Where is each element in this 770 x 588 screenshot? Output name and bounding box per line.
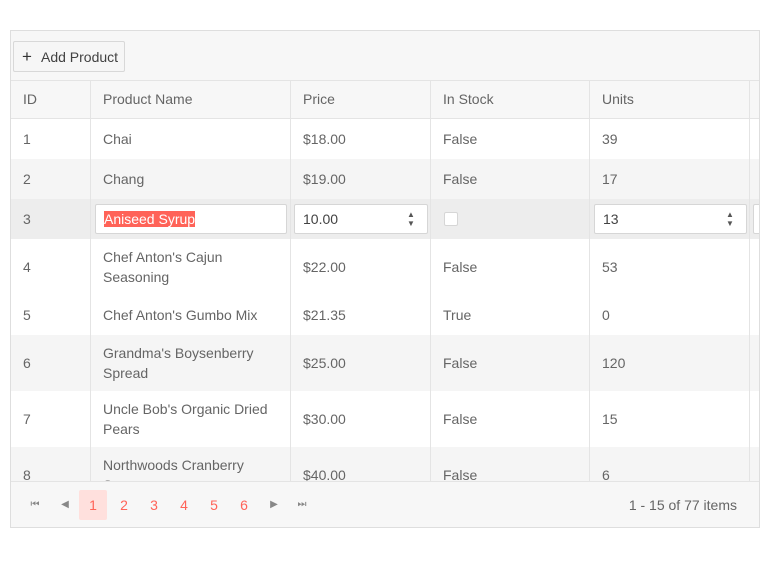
cell-units: 17: [590, 159, 750, 199]
cell-in-stock: False: [431, 119, 590, 159]
cell-product-name: Chef Anton's Cajun Seasoning: [91, 239, 291, 295]
cell-in-stock-editor: [431, 199, 590, 239]
cell-product-name: Uncle Bob's Organic Dried Pears: [91, 391, 291, 447]
page-button-6[interactable]: 6: [232, 493, 256, 517]
spin-down-icon[interactable]: ▼: [726, 219, 734, 228]
add-product-label: Add Product: [41, 48, 119, 65]
cell-in-stock: False: [431, 447, 590, 481]
command-input-edge[interactable]: [753, 204, 759, 234]
cell-units: 0: [590, 295, 750, 335]
table-row[interactable]: 8 Northwoods Cranberry Sauce $40.00 Fals…: [11, 447, 759, 481]
cell-price: $18.00: [291, 119, 431, 159]
cell-in-stock: False: [431, 159, 590, 199]
cell-units: 53: [590, 239, 750, 295]
selected-text: Aniseed Syrup: [104, 211, 196, 227]
table-row[interactable]: 2 Chang $19.00 False 17: [11, 159, 759, 199]
page-button-3[interactable]: 3: [142, 493, 166, 517]
page-button-2[interactable]: 2: [112, 493, 136, 517]
page-button-4[interactable]: 4: [172, 493, 196, 517]
cell-id: 3: [11, 199, 91, 239]
cell-id: 1: [11, 119, 91, 159]
cell-units: 120: [590, 335, 750, 391]
table-row[interactable]: 4 Chef Anton's Cajun Seasoning $22.00 Fa…: [11, 239, 759, 295]
cell-product-name: Chang: [91, 159, 291, 199]
units-input-value: 13: [603, 211, 619, 227]
cell-in-stock: True: [431, 295, 590, 335]
units-numeric-input[interactable]: 13 ▲ ▼: [594, 204, 747, 234]
cell-price: $30.00: [291, 391, 431, 447]
grid-body: 1 Chai $18.00 False 39 2 Chang $19.00 Fa…: [11, 119, 759, 481]
cell-price-editor: 10.00 ▲ ▼: [291, 199, 431, 239]
cell-id: 8: [11, 447, 91, 481]
in-stock-checkbox[interactable]: [444, 212, 458, 226]
last-page-icon[interactable]: ⏭: [290, 493, 314, 517]
spin-up-icon[interactable]: ▲: [407, 210, 415, 219]
product-grid: + Add Product ID Product Name Price In S…: [10, 30, 760, 528]
grid-header: ID Product Name Price In Stock Units: [11, 81, 759, 119]
spin-up-icon[interactable]: ▲: [726, 210, 734, 219]
cell-id: 7: [11, 391, 91, 447]
product-name-input-value: Aniseed Syrup: [104, 205, 196, 233]
table-row[interactable]: 5 Chef Anton's Gumbo Mix $21.35 True 0: [11, 295, 759, 335]
cell-units: 39: [590, 119, 750, 159]
cell-product-name: Grandma's Boysenberry Spread: [91, 335, 291, 391]
cell-price: $40.00: [291, 447, 431, 481]
cell-in-stock: False: [431, 239, 590, 295]
product-name-input[interactable]: Aniseed Syrup: [95, 204, 287, 234]
column-header-id[interactable]: ID: [11, 81, 91, 118]
price-input-value: 10.00: [303, 211, 339, 227]
column-header-units[interactable]: Units: [590, 81, 750, 118]
page-button-5[interactable]: 5: [202, 493, 226, 517]
spin-down-icon[interactable]: ▼: [407, 219, 415, 228]
cell-price: $22.00: [291, 239, 431, 295]
cell-units-editor: 13 ▲ ▼: [590, 199, 750, 239]
table-row[interactable]: 1 Chai $18.00 False 39: [11, 119, 759, 159]
plus-icon: +: [22, 47, 32, 66]
cell-in-stock: False: [431, 335, 590, 391]
cell-product-name: Northwoods Cranberry Sauce: [91, 447, 291, 481]
first-page-icon[interactable]: ⏮: [23, 493, 47, 517]
units-spinner[interactable]: ▲ ▼: [714, 205, 746, 233]
cell-units: 15: [590, 391, 750, 447]
cell-id: 6: [11, 335, 91, 391]
price-spinner[interactable]: ▲ ▼: [395, 205, 427, 233]
grid-pager: ⏮ ◀ 1 2 3 4 5 6 ▶ ⏭ 1 - 15 of 77 items: [11, 481, 759, 527]
column-header-in-stock[interactable]: In Stock: [431, 81, 590, 118]
add-product-button[interactable]: + Add Product: [13, 41, 125, 72]
page-button-1[interactable]: 1: [79, 490, 107, 520]
cell-product-name-editor: Aniseed Syrup: [91, 199, 291, 239]
cell-product-name: Chef Anton's Gumbo Mix: [91, 295, 291, 335]
cell-price: $21.35: [291, 295, 431, 335]
cell-in-stock: False: [431, 391, 590, 447]
grid-toolbar: + Add Product: [11, 31, 759, 81]
table-row[interactable]: 6 Grandma's Boysenberry Spread $25.00 Fa…: [11, 335, 759, 391]
pager-info: 1 - 15 of 77 items: [628, 497, 737, 513]
cell-command-editor: [750, 199, 759, 239]
price-numeric-input[interactable]: 10.00 ▲ ▼: [294, 204, 428, 234]
table-row-editing[interactable]: 3 Aniseed Syrup 10.00 ▲ ▼ 13 ▲ ▼: [11, 199, 759, 239]
column-header-product-name[interactable]: Product Name: [91, 81, 291, 118]
cell-units: 6: [590, 447, 750, 481]
cell-price: $19.00: [291, 159, 431, 199]
column-header-price[interactable]: Price: [291, 81, 431, 118]
previous-page-icon[interactable]: ◀: [53, 493, 77, 517]
cell-price: $25.00: [291, 335, 431, 391]
next-page-icon[interactable]: ▶: [262, 493, 286, 517]
cell-id: 5: [11, 295, 91, 335]
cell-product-name: Chai: [91, 119, 291, 159]
cell-id: 2: [11, 159, 91, 199]
cell-id: 4: [11, 239, 91, 295]
table-row[interactable]: 7 Uncle Bob's Organic Dried Pears $30.00…: [11, 391, 759, 447]
